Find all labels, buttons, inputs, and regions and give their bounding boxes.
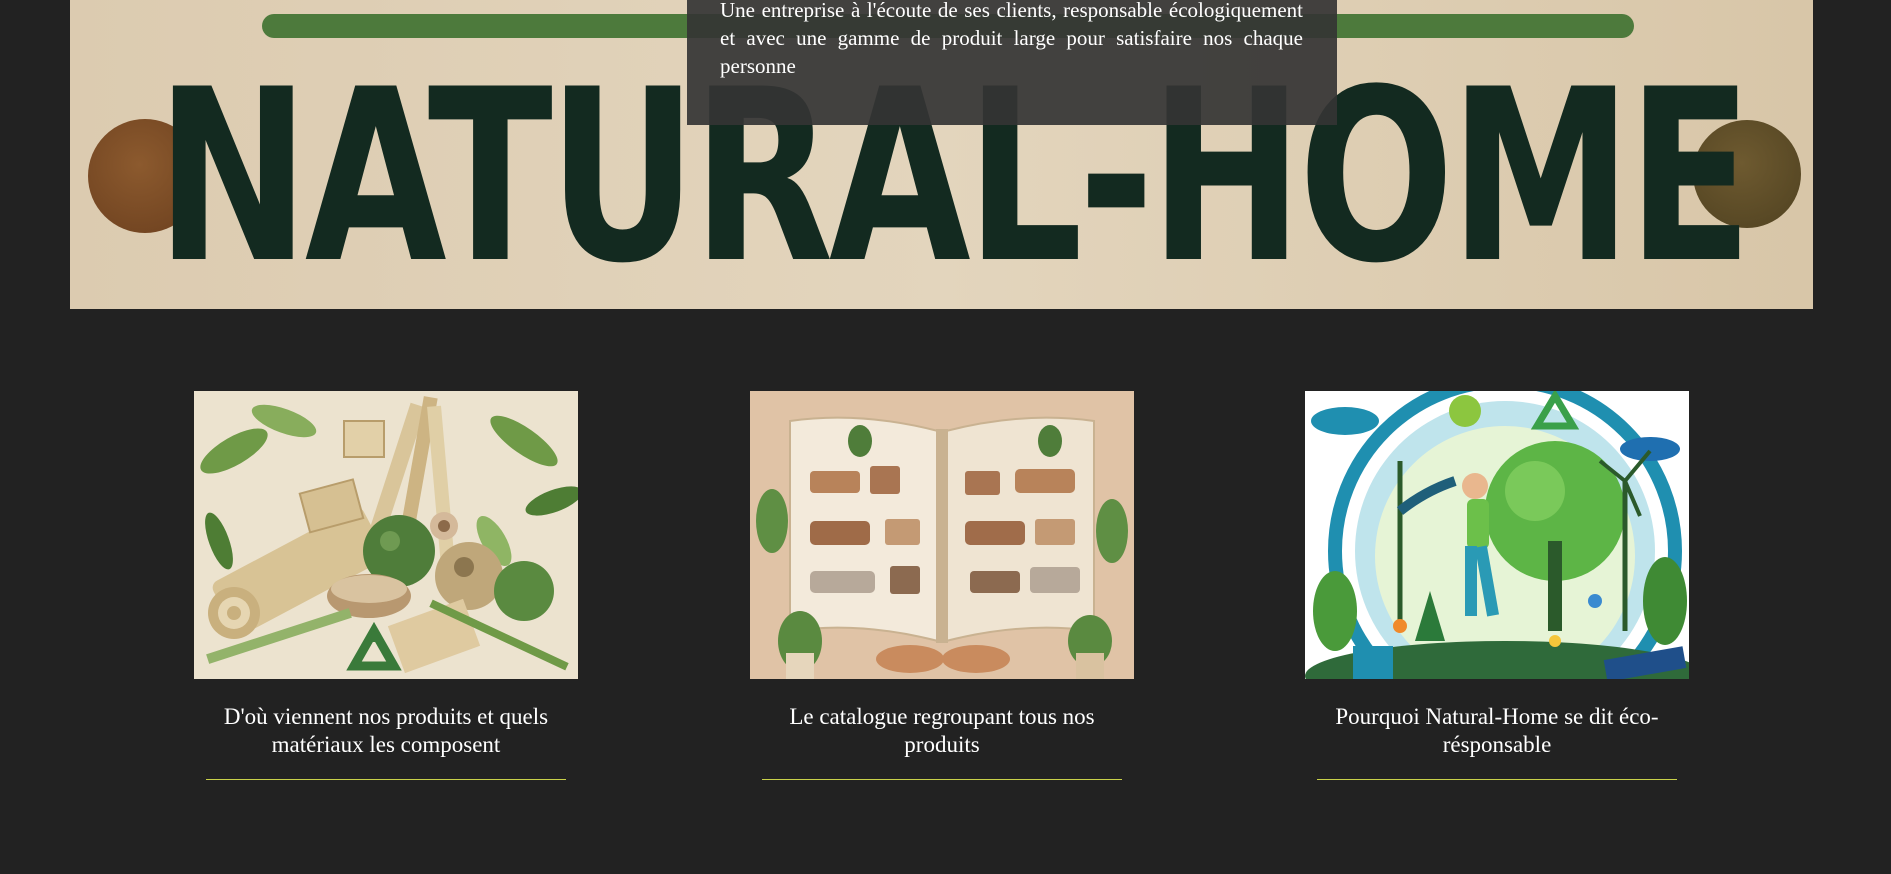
card-catalogue-underline	[762, 779, 1122, 780]
card-catalogue-title[interactable]: Le catalogue regroupant tous nos produit…	[750, 703, 1134, 759]
company-tagline: Une entreprise à l'écoute de ses clients…	[720, 0, 1303, 78]
tagline-overlay: Une entreprise à l'écoute de ses clients…	[687, 0, 1337, 125]
card-eco-underline	[1317, 779, 1677, 780]
page: NATURAL-HOME Une entreprise à l'écoute d…	[0, 0, 1891, 874]
card-materials[interactable]: D'où viennent nos produits et quels maté…	[194, 391, 578, 780]
card-materials-title[interactable]: D'où viennent nos produits et quels maté…	[194, 703, 578, 759]
eco-responsible-image[interactable]	[1305, 391, 1689, 679]
natural-materials-image[interactable]	[194, 391, 578, 679]
card-eco[interactable]: Pourquoi Natural-Home se dit éco-réspons…	[1305, 391, 1689, 780]
feature-cards: D'où viennent nos produits et quels maté…	[0, 391, 1891, 791]
furniture-catalogue-image[interactable]	[750, 391, 1134, 679]
card-catalogue[interactable]: Le catalogue regroupant tous nos produit…	[750, 391, 1134, 780]
hero-banner: NATURAL-HOME Une entreprise à l'écoute d…	[70, 0, 1813, 309]
card-eco-title[interactable]: Pourquoi Natural-Home se dit éco-réspons…	[1305, 703, 1689, 759]
card-materials-underline	[206, 779, 566, 780]
